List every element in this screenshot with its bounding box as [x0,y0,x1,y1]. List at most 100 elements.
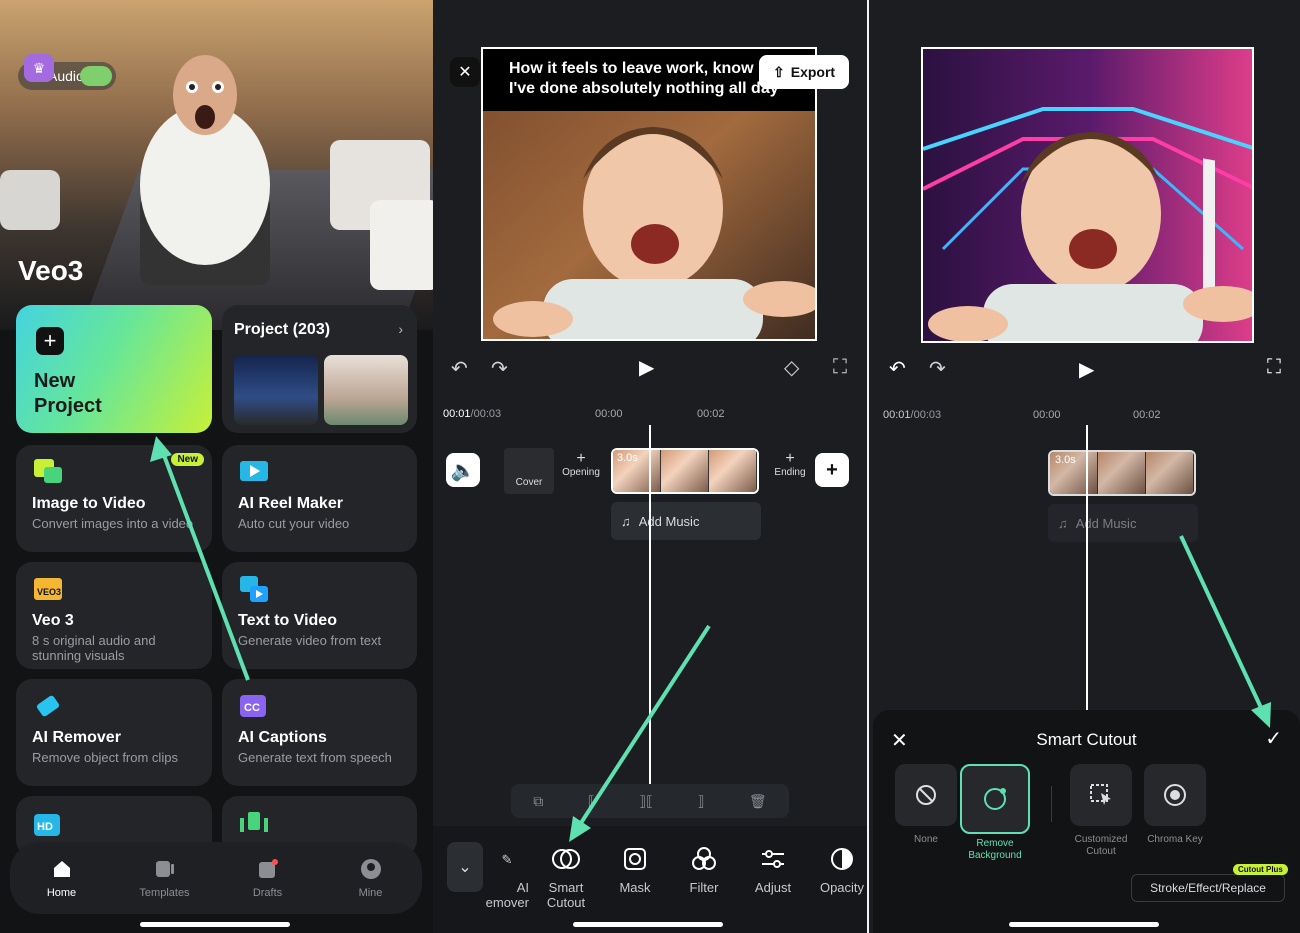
undo-icon[interactable]: ↶ [451,356,468,381]
tool-mask[interactable]: Mask [603,844,667,895]
stroke-label: Stroke/Effect/Replace [1150,881,1266,895]
tool-title: Image to Video [32,495,146,512]
project-thumbnail[interactable] [324,355,408,425]
redo-icon[interactable]: ↷ [929,356,946,381]
option-divider [1051,786,1052,822]
adjust-icon [758,844,788,874]
tool-smart-cutout[interactable]: Smart Cutout [534,844,598,910]
image-to-video-icon [34,459,62,483]
keyframe-icon[interactable]: ◇ [784,355,799,380]
new-project-button[interactable]: + New Project [16,305,212,433]
cover-button[interactable]: Cover [504,448,554,494]
tool-ai-reel-maker[interactable]: AI Reel Maker Auto cut your video [222,445,417,552]
editor-screen: How it feels to leave work, know I've do… [433,0,867,933]
add-music-button[interactable]: ♫ Add Music [611,502,761,540]
add-music-label: Add Music [1075,515,1137,531]
project-thumbnail[interactable] [234,355,318,425]
tool-label: AI Remover [485,880,529,910]
chevron-right-icon: › [398,321,403,337]
add-music-button[interactable]: ♫ Add Music [1048,504,1198,542]
nav-home[interactable]: Home [22,857,102,899]
option-label: Remove Background [968,838,1022,861]
eraser-icon [36,695,60,717]
tool-ai-captions[interactable]: CC AI Captions Generate text from speech [222,679,417,786]
option-label: None [914,834,938,845]
audio-mute-button[interactable]: 🔈 [446,453,480,487]
reel-maker-icon [240,461,268,481]
redo-icon[interactable]: ↷ [491,356,508,381]
export-label: Export [790,64,836,80]
delete-icon[interactable]: 🗑 [749,793,767,810]
bottom-nav: Home Templates Drafts Mine [10,842,422,914]
option-customized-cutout[interactable]: Customized Cutout [1069,764,1133,858]
time-total: /00:03 [470,408,502,420]
clip-frame [709,450,757,492]
customized-cutout-icon [1070,764,1132,826]
remove-background-icon [960,764,1030,834]
filter-icon [689,844,719,874]
playhead[interactable] [1086,425,1088,710]
nav-label: Home [46,887,77,899]
nav-mine[interactable]: Mine [331,857,411,899]
opening-button[interactable]: + Opening [558,451,604,492]
export-button[interactable]: ⇧ Export [759,55,850,89]
tool-label: Adjust [754,880,792,895]
upload-icon: ⇧ [773,63,785,80]
nav-drafts[interactable]: Drafts [228,857,308,899]
option-chroma-key[interactable]: Chroma Key [1143,764,1207,846]
hero-banner[interactable]: Audio ♛ Veo3 [0,0,433,330]
drafts-icon [256,857,280,881]
svg-text:CC: CC [244,702,260,714]
tool-label: Filter [689,880,719,895]
tool-ai-remover[interactable]: AI Remover Remove object from clips [16,679,212,786]
video-preview[interactable]: How it feels to leave work, know I've do… [481,47,817,341]
time-display: 00:01/00:03 [443,408,501,420]
project-card[interactable]: Project (203) › [222,305,417,433]
undo-icon[interactable]: ↶ [889,356,906,381]
tool-adjust[interactable]: Adjust [741,844,805,895]
tool-title: AI Captions [238,729,327,746]
play-icon[interactable]: ▶ [1079,357,1094,382]
trim-right-icon[interactable]: ⟧ [698,793,705,810]
chevron-down-icon: ⌄ [458,859,472,876]
text-to-video-icon [240,576,268,602]
chroma-key-icon [1144,764,1206,826]
add-clip-button[interactable]: + [815,453,849,487]
tool-text-to-video[interactable]: Text to Video Generate video from text [222,562,417,669]
trim-left-icon[interactable]: ⟦ [588,793,595,810]
close-button[interactable]: ✕ [450,57,480,87]
fullscreen-icon[interactable]: ⛶ [1267,356,1281,379]
confirm-check-icon[interactable]: ✓ [1265,726,1282,751]
cutout-plus-badge: Cutout Plus [1233,864,1288,875]
tool-desc: Remove object from clips [32,750,178,765]
tool-veo3[interactable]: VEO3 Veo 3 8 s original audio and stunni… [16,562,212,669]
clip-frame [1098,452,1146,494]
play-icon[interactable]: ▶ [639,355,654,380]
tool-ai-remover[interactable]: ✎ AI Remover [475,844,539,911]
duplicate-icon[interactable]: ⧉ [533,793,543,810]
audio-wave-icon [240,812,268,832]
split-icon[interactable]: ⟧⟦ [639,793,653,810]
home-screen: Audio ♛ Veo3 + New Project Project (203)… [0,0,433,933]
nav-templates[interactable]: Templates [125,857,205,899]
tool-opacity[interactable]: Opacity [810,844,867,895]
tool-filter[interactable]: Filter [672,844,736,895]
video-preview[interactable] [921,47,1254,343]
ending-button[interactable]: + Ending [767,451,813,492]
smart-cutout-sheet: ✕ Smart Cutout ✓ None Remove Background … [873,710,1300,933]
nav-label: Templates [139,887,190,899]
clip-duration: 3.0s [617,452,638,464]
sheet-title: Smart Cutout [1036,730,1137,749]
stroke-effect-replace-button[interactable]: Stroke/Effect/Replace [1131,874,1285,902]
option-remove-background[interactable]: Remove Background [960,764,1030,862]
clip-duration: 3.0s [1055,454,1076,466]
veo3-icon: VEO3 [34,578,62,600]
fullscreen-icon[interactable]: ⛶ [833,356,847,379]
opening-label: Opening [562,467,600,478]
hero-man-image [140,55,270,285]
tool-image-to-video[interactable]: New Image to Video Convert images into a… [16,445,212,552]
toggle-knob [80,66,112,86]
playhead[interactable] [649,425,651,787]
svg-text:VEO3: VEO3 [37,587,61,597]
option-none[interactable]: None [894,764,958,846]
